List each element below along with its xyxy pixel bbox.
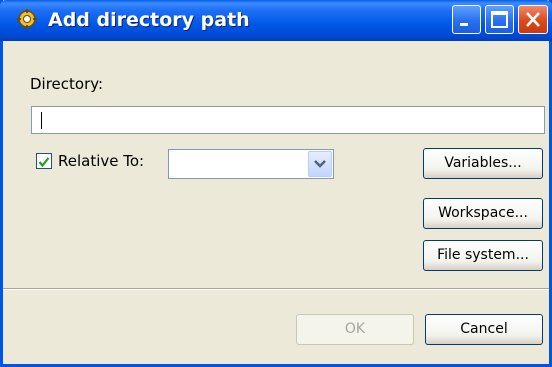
minimize-icon [460,23,468,26]
window-title: Add directory path [48,9,250,31]
text-caret [41,112,42,129]
close-icon [526,12,540,27]
workspace-button[interactable]: Workspace... [423,198,543,229]
directory-input[interactable] [31,106,545,134]
relative-to-label[interactable]: Relative To: [58,152,144,170]
minimize-button[interactable] [452,5,481,34]
cancel-button[interactable]: Cancel [425,314,543,345]
file-system-button[interactable]: File system... [423,240,543,271]
dropdown-button[interactable] [308,151,332,177]
maximize-icon [491,11,508,28]
chevron-down-icon [314,160,326,168]
app-icon [16,8,38,30]
ok-button[interactable]: OK [296,314,414,345]
relative-to-checkbox[interactable] [36,153,52,169]
relative-to-select[interactable] [168,149,334,179]
title-bar[interactable]: Add directory path [0,0,552,41]
dialog-window: Add directory path Directory: Relative T… [0,0,552,367]
check-mark-icon [38,157,50,168]
close-button[interactable] [518,5,548,34]
variables-button[interactable]: Variables... [423,148,543,179]
maximize-button[interactable] [485,5,514,34]
directory-label: Directory: [30,75,104,93]
separator [3,288,549,290]
